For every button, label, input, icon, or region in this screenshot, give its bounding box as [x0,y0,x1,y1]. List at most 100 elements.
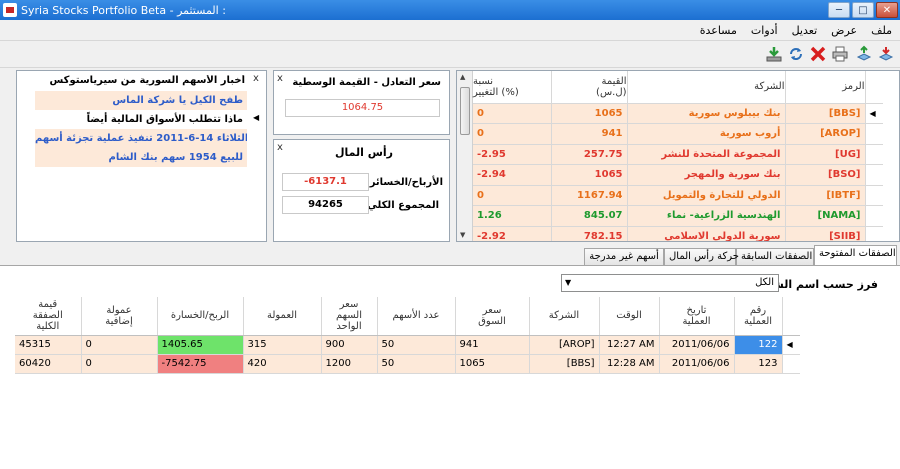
trade-company: [AROP] [529,335,600,355]
stock-change: -2.95 [473,144,552,165]
stock-row[interactable]: -2.92 782.15 سورية الدولي الاسلامي [SIIB] [473,226,883,241]
col-symbol[interactable]: الرمز [785,71,866,104]
news-panel: x أخبار الأسهم السورية من سيرياستوكس طفح… [16,70,267,242]
trade-date: 2011/06/06 [659,354,735,374]
capital-panel: x رأس المال الأرباح/الخسائر -6137.1 المج… [273,139,450,242]
trade-commission: 315 [243,335,322,355]
news-item[interactable]: للبيع 1954 سهم بنك الشام [35,148,247,167]
pl-value: -6137.1 [282,173,369,191]
stock-value: 1065 [551,164,628,186]
stock-company: بنك سورية والمهجر [627,164,786,186]
trade-unit-price: 1200 [321,354,378,374]
stock-company: المجموعة المتحدة للنشر [627,144,786,165]
col-change[interactable]: نسبة التغيير (%) [473,71,552,104]
stock-company: الهندسية الزراعية- نماء [627,205,786,227]
maximize-button[interactable]: □ [852,2,874,18]
col-company[interactable]: الشركة [627,71,786,104]
news-item[interactable]: ماذا تتطلب الأسواق المالية أيضاً [35,110,247,129]
exchange-value: 1064.75 [285,99,440,117]
tab-capital-movement[interactable]: حركة رأس المال [664,248,739,265]
company-filter-select[interactable]: ▼ الكل [561,274,779,292]
scroll-down-icon[interactable]: ▼ [460,231,465,239]
chevron-down-icon[interactable]: ▼ [565,275,571,291]
trades-col-header[interactable]: رقم العملية [734,297,783,336]
delete-icon[interactable] [808,44,828,64]
stock-change: -2.94 [473,164,552,186]
trades-col-header[interactable]: العمولة [243,297,322,336]
stock-symbol: [UG] [785,144,866,165]
close-window-button[interactable]: ✕ [876,2,898,18]
export-icon[interactable] [854,44,874,64]
trade-shares: 50 [377,354,456,374]
trades-col-header[interactable]: الربح/الخسارة [157,297,244,336]
stock-row[interactable]: 0 1065 بنك بيبلوس سورية [BBS] ◀ [473,103,883,124]
exchange-panel: x سعر التعادل - القيمة الوسطية 1064.75 [273,70,450,135]
row-indicator [865,205,883,227]
trades-col-header[interactable]: الشركة [529,297,600,336]
row-indicator [865,185,883,206]
trades-col-header[interactable]: سعر السهم الواحد [321,297,378,336]
row-pointer-icon: ◀ [253,113,260,122]
trades-col-header[interactable]: قيمة الصفقة الكلية [15,297,82,336]
news-item[interactable]: طفح الكيل يا شركة الماس [35,91,247,110]
trade-total: 60420 [15,354,82,374]
stock-change: 0 [473,185,552,206]
minimize-button[interactable]: ─ [828,2,850,18]
stock-value: 941 [551,123,628,145]
trade-commission: 420 [243,354,322,374]
stock-row[interactable]: 1.26 845.07 الهندسية الزراعية- نماء [NAMA] [473,205,883,227]
download-icon[interactable] [764,44,784,64]
row-indicator [865,226,883,241]
scroll-up-icon[interactable]: ▲ [460,73,465,81]
trade-company: [BBS] [529,354,600,374]
menu-edit[interactable]: تعديل [792,24,818,37]
menu-tools[interactable]: أدوات [751,24,778,37]
stock-company: بنك بيبلوس سورية [627,103,786,124]
trade-profit-loss: 1405.65 [157,335,244,355]
trades-col-header[interactable]: تاريخ العملية [659,297,735,336]
close-icon[interactable]: x [277,142,283,153]
stock-row[interactable]: -2.95 257.75 المجموعة المتحدة للنشر [UG] [473,144,883,165]
trade-row[interactable]: 60420 0 -7542.75 420 1200 50 1065 [BBS] 12:28 AM… [15,354,800,374]
trade-market-price: 1065 [455,354,530,374]
stock-symbol: [NAMA] [785,205,866,227]
trade-unit-price: 900 [321,335,378,355]
stock-change: 0 [473,123,552,145]
trades-col-header[interactable]: سعر السوق [455,297,530,336]
trades-col-header[interactable]: عدد الأسهم [377,297,456,336]
news-item[interactable]: الثلاثاء 14-6-2011 تنفيذ عملية تجزئة أسه… [35,129,247,148]
trade-date: 2011/06/06 [659,335,735,355]
close-icon[interactable]: x [277,73,283,84]
trade-shares: 50 [377,335,456,355]
pl-label: الأرباح/الخسائر [369,177,443,188]
trade-row[interactable]: 45315 0 1405.65 315 900 50 941 [AROP] 12:27 AM 20… [15,335,800,355]
stock-value: 1167.94 [551,185,628,206]
close-icon[interactable]: x [253,73,259,84]
scroll-thumb[interactable] [460,87,470,135]
tab-open-trades[interactable]: الصفقات المفتوحة [814,245,897,266]
stock-value: 257.75 [551,144,628,165]
menu-help[interactable]: مساعدة [700,24,737,37]
col-value[interactable]: القيمة (ل.س) [551,71,628,104]
stock-change: 1.26 [473,205,552,227]
trades-col-header[interactable]: عمولة إضافية [81,297,158,336]
app-icon [3,3,17,17]
menu-file[interactable]: ملف [871,24,892,37]
stock-change: 0 [473,103,552,124]
trades-col-header[interactable]: الوقت [599,297,660,336]
total-value: 94265 [282,196,369,214]
stock-company: الدولي للتجارة والتمويل [627,185,786,206]
trade-id: 123 [734,354,783,374]
tab-unlisted-stocks[interactable]: أسهم غير مدرجة [584,248,664,265]
import-icon[interactable] [876,44,896,64]
menu-view[interactable]: عرض [831,24,857,37]
stock-row[interactable]: -2.94 1065 بنك سورية والمهجر [BSO] [473,164,883,186]
stock-row[interactable]: 0 1167.94 الدولي للتجارة والتمويل [IBTF] [473,185,883,206]
print-icon[interactable] [830,44,850,64]
stock-row[interactable]: 0 941 أروب سورية [AROP] [473,123,883,145]
refresh-icon[interactable] [786,44,806,64]
stocks-scrollbar[interactable]: ▲ ▼ [457,71,473,241]
window-title: Syria Stocks Portfolio Beta - المستثمر : [21,3,226,17]
exchange-title: سعر التعادل - القيمة الوسطية [292,77,441,88]
tab-past-trades[interactable]: الصفقات السابقة [736,248,814,265]
